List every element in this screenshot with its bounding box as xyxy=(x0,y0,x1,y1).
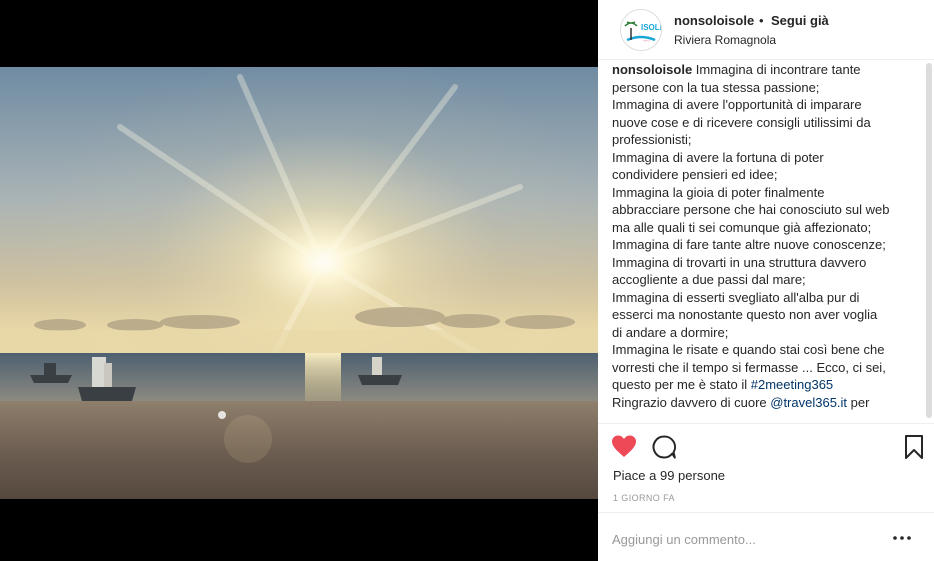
caption-line: abbracciare persone che hai conosciuto s… xyxy=(612,201,924,219)
caption-line: Immagina di avere l'opportunità di impar… xyxy=(612,96,924,114)
comment-input[interactable] xyxy=(612,529,882,549)
post-photo[interactable] xyxy=(0,67,598,499)
bookmark-icon[interactable] xyxy=(901,434,927,460)
caption-text: vorresti che il tempo si fermasse ... Ec… xyxy=(612,359,886,375)
mention-link[interactable]: @travel365.it xyxy=(770,395,847,410)
nonsoloisole-logo-icon: ISOLE ~~ xyxy=(621,10,661,50)
location-link[interactable]: Riviera Romagnola xyxy=(674,33,776,47)
post-header: ISOLE ~~ nonsoloisole • Segui già Rivier… xyxy=(598,0,934,60)
caption-line: questo per me è stato il #2meeting365 xyxy=(612,376,924,394)
caption-line: Immagina le risate e quando stai così be… xyxy=(612,341,924,359)
caption-text: abbracciare persone che hai conosciuto s… xyxy=(612,202,890,217)
hashtag-link[interactable]: #2meeting365 xyxy=(751,377,833,392)
caption-text: professionisti; xyxy=(612,132,692,147)
caption-text: Immagina di esserti svegliato all'alba p… xyxy=(612,289,860,305)
caption-line: vorresti che il tempo si fermasse ... Ec… xyxy=(612,359,924,377)
avatar[interactable]: ISOLE ~~ xyxy=(620,9,662,51)
post-modal: ISOLE ~~ nonsoloisole • Segui già Rivier… xyxy=(0,0,934,561)
action-bar xyxy=(598,423,934,467)
svg-text:ISOLE: ISOLE xyxy=(641,23,661,32)
caption-text: di andare a dormire; xyxy=(612,324,729,340)
separator-dot: • xyxy=(759,13,764,28)
caption-text: Immagina di avere la fortuna di poter xyxy=(612,149,824,165)
caption-line: esserci ma nonostante questo non aver vo… xyxy=(612,306,924,324)
caption-line: nonsoloisole Immagina di incontrare tant… xyxy=(612,61,924,79)
caption-line: Immagina di trovarti in una struttura da… xyxy=(612,254,924,272)
caption-line: nuove cose e di ricevere consigli utilis… xyxy=(612,114,924,132)
caption-line: ma alle quali ti sei comunque già affezi… xyxy=(612,219,924,237)
caption-text: Immagina di trovarti in una struttura da… xyxy=(612,254,867,270)
caption-text: per xyxy=(847,394,870,410)
caption-text: questo per me è stato il xyxy=(612,377,751,392)
caption-line: condividere pensieri ed idee; xyxy=(612,166,924,184)
caption-line: persone con la tua stessa passione; xyxy=(612,79,924,97)
caption-text: Immagina le risate e quando stai così be… xyxy=(612,342,885,357)
caption-line: accogliente a due passi dal mare; xyxy=(612,271,924,289)
svg-text:~~: ~~ xyxy=(643,39,650,45)
caption-text: Immagina di incontrare tante xyxy=(692,62,861,77)
more-options-icon[interactable] xyxy=(892,531,912,545)
post-side-panel: ISOLE ~~ nonsoloisole • Segui già Rivier… xyxy=(598,0,934,561)
username-link[interactable]: nonsoloisole xyxy=(674,13,754,28)
post-caption: nonsoloisole Immagina di incontrare tant… xyxy=(612,61,924,411)
caption-text: Ringrazio davvero di cuore xyxy=(612,394,771,410)
caption-text: Immagina la gioia di poter finalmente xyxy=(612,184,825,200)
post-timestamp[interactable]: 1 GIORNO FA xyxy=(613,493,675,503)
sunrise-beach-image xyxy=(0,67,598,499)
comment-bar xyxy=(598,512,934,561)
caption-line: Immagina di avere la fortuna di poter xyxy=(612,149,924,167)
caption-line: Ringrazio davvero di cuore @travel365.it… xyxy=(612,394,924,412)
caption-text: Immagina di avere l'opportunità di impar… xyxy=(612,97,862,112)
caption-username-link[interactable]: nonsoloisole xyxy=(612,62,692,77)
follow-button[interactable]: Segui già xyxy=(771,13,829,28)
likes-count[interactable]: Piace a 99 persone xyxy=(613,468,725,483)
caption-scroll-area[interactable]: nonsoloisole Immagina di incontrare tant… xyxy=(598,61,924,423)
caption-text: ma alle quali ti sei comunque già affezi… xyxy=(612,219,872,235)
scrollbar-thumb[interactable] xyxy=(926,63,932,418)
caption-line: di andare a dormire; xyxy=(612,324,924,342)
caption-text: Immagina di fare tante altre nuove conos… xyxy=(612,237,886,252)
comment-bubble-icon[interactable] xyxy=(651,434,677,460)
caption-scrollbar[interactable] xyxy=(924,61,934,423)
caption-text: accogliente a due passi dal mare; xyxy=(612,272,806,287)
caption-text: esserci ma nonostante questo non aver vo… xyxy=(612,307,878,322)
caption-line: Immagina di esserti svegliato all'alba p… xyxy=(612,289,924,307)
photo-pane xyxy=(0,0,598,561)
caption-line: Immagina di fare tante altre nuove conos… xyxy=(612,236,924,254)
heart-icon[interactable] xyxy=(611,434,637,460)
caption-text: persone con la tua stessa passione; xyxy=(612,79,820,95)
caption-text: nuove cose e di ricevere consigli utilis… xyxy=(612,114,871,130)
caption-text: condividere pensieri ed idee; xyxy=(612,167,778,182)
caption-line: Immagina la gioia di poter finalmente xyxy=(612,184,924,202)
caption-line: professionisti; xyxy=(612,131,924,149)
